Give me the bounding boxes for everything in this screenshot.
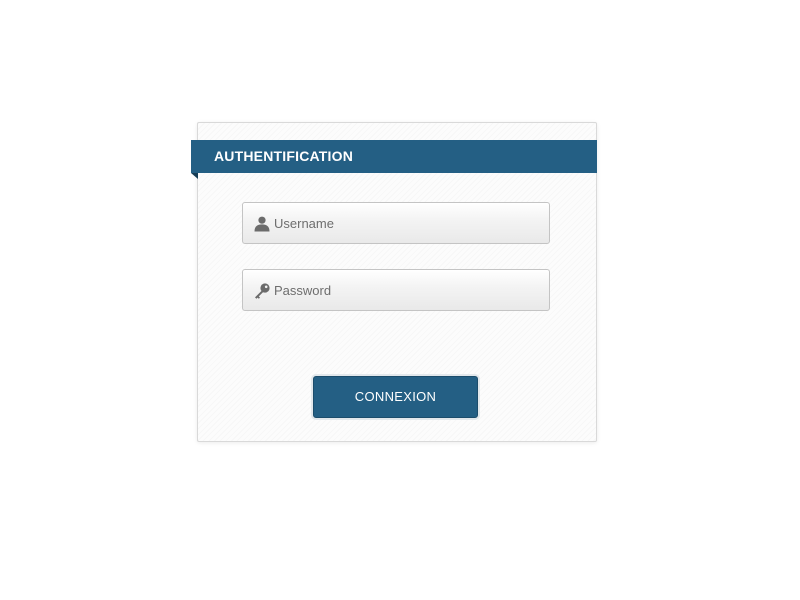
username-input[interactable] [274, 203, 544, 243]
ribbon-fold [191, 173, 198, 179]
panel-header-ribbon: AUTHENTIFICATION [191, 140, 597, 173]
panel-title: AUTHENTIFICATION [214, 148, 354, 164]
login-panel: AUTHENTIFICATION CONNEXION [191, 122, 597, 442]
login-page: AUTHENTIFICATION CONNEXION [0, 0, 800, 600]
password-input[interactable] [274, 270, 544, 310]
key-icon [253, 282, 271, 300]
username-field[interactable] [242, 202, 550, 244]
user-icon [253, 215, 271, 233]
password-field[interactable] [242, 269, 550, 311]
connexion-button[interactable]: CONNEXION [313, 376, 478, 418]
